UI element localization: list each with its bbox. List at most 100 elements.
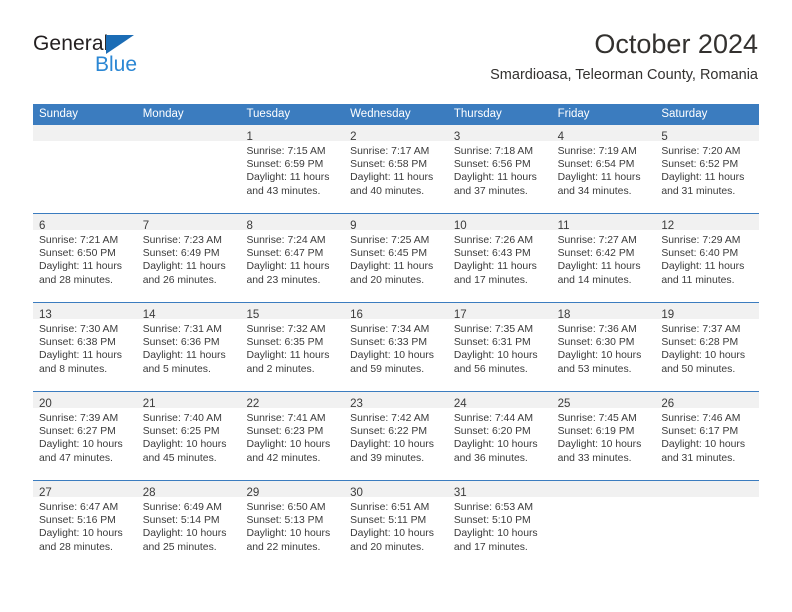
sunrise-text: Sunrise: 7:27 AM xyxy=(557,235,637,246)
sunrise-text: Sunrise: 7:35 AM xyxy=(453,324,534,335)
calendar-day-cell[interactable]: 9 Sunrise: 7:25 AM Sunset: 6:45 PM Daylight… xyxy=(344,214,448,302)
calendar-day-cell[interactable]: 3 Sunrise: 7:18 AM Sunset: 6:56 PM Daylight… xyxy=(447,125,552,213)
day-details: Sunrise: 6:53 AM Sunset: 5:10 PM Daylight:… xyxy=(448,497,552,554)
daylight-text: Daylight: 10 hours xyxy=(350,350,434,362)
day-number-band xyxy=(33,125,137,141)
day-details: Sunrise: 7:41 AM Sunset: 6:23 PM Daylight:… xyxy=(240,408,344,465)
sunset-text: Sunset: 6:56 PM xyxy=(453,159,531,171)
calendar-day-cell[interactable]: 23 Sunrise: 7:42 AM Sunset: 6:22 PM Dayligh… xyxy=(344,392,448,480)
sunset-text: Sunset: 6:43 PM xyxy=(453,248,531,260)
calendar-day-cell[interactable]: 10 Sunrise: 7:26 AM Sunset: 6:43 PM Dayligh… xyxy=(447,214,552,302)
day-number: 18 xyxy=(557,309,571,321)
calendar-day-cell[interactable]: 16 Sunrise: 7:34 AM Sunset: 6:33 PM Dayligh… xyxy=(344,303,448,391)
day-number-band: 13 xyxy=(33,303,137,321)
calendar-day-cell[interactable]: 11 Sunrise: 7:27 AM Sunset: 6:42 PM Dayligh… xyxy=(551,214,656,302)
calendar-day-cell[interactable]: 20 Sunrise: 7:39 AM Sunset: 6:27 PM Dayligh… xyxy=(33,392,137,480)
calendar-day-cell[interactable]: 8 Sunrise: 7:24 AM Sunset: 6:47 PM Daylight… xyxy=(240,214,345,302)
calendar-day-cell[interactable]: 2 Sunrise: 7:17 AM Sunset: 6:58 PM Daylight… xyxy=(344,125,448,213)
day-number-band: 1 xyxy=(240,125,345,143)
calendar-day-cell[interactable]: 17 Sunrise: 7:35 AM Sunset: 6:31 PM Dayligh… xyxy=(447,303,552,391)
daylight-text: Daylight: 10 hours xyxy=(661,439,746,451)
calendar-day-cell[interactable]: 4 Sunrise: 7:19 AM Sunset: 6:54 PM Daylight… xyxy=(551,125,656,213)
day-number-band: 9 xyxy=(344,214,448,232)
sunset-text: Sunset: 6:54 PM xyxy=(557,159,635,171)
day-number-band: 2 xyxy=(344,125,448,143)
week-cells: 6 Sunrise: 7:21 AM Sunset: 6:50 PM Daylight… xyxy=(33,214,760,302)
calendar-day-cell[interactable]: 12 Sunrise: 7:29 AM Sunset: 6:40 PM Dayligh… xyxy=(655,214,760,302)
sunrise-text: Sunrise: 7:37 AM xyxy=(661,324,741,335)
day-number-band: 5 xyxy=(655,125,760,143)
day-details: Sunrise: 6:50 AM Sunset: 5:13 PM Daylight:… xyxy=(240,497,344,554)
daylight-text: and 8 minutes. xyxy=(39,363,108,375)
day-details: Sunrise: 7:46 AM Sunset: 6:17 PM Daylight:… xyxy=(655,408,759,465)
sunset-text: Sunset: 6:17 PM xyxy=(661,426,739,438)
calendar-day-cell[interactable]: 22 Sunrise: 7:41 AM Sunset: 6:23 PM Dayligh… xyxy=(240,392,345,480)
daylight-text: Daylight: 10 hours xyxy=(453,528,538,540)
calendar-day-cell[interactable]: 18 Sunrise: 7:36 AM Sunset: 6:30 PM Dayligh… xyxy=(551,303,656,391)
calendar-day-cell[interactable]: 21 Sunrise: 7:40 AM Sunset: 6:25 PM Dayligh… xyxy=(136,392,241,480)
calendar-day-cell[interactable]: 31 Sunrise: 6:53 AM Sunset: 5:10 PM Dayligh… xyxy=(447,481,552,569)
calendar-day-cell[interactable]: 5 Sunrise: 7:20 AM Sunset: 6:52 PM Daylight… xyxy=(655,125,760,213)
daylight-text: and 33 minutes. xyxy=(557,452,632,464)
sunrise-text: Sunrise: 7:21 AM xyxy=(39,235,119,246)
calendar-day-cell[interactable]: 28 Sunrise: 6:49 AM Sunset: 5:14 PM Dayligh… xyxy=(136,481,241,569)
day-number: 5 xyxy=(661,131,668,143)
sunrise-text: Sunrise: 7:23 AM xyxy=(142,235,222,246)
calendar-day-cell[interactable]: 6 Sunrise: 7:21 AM Sunset: 6:50 PM Daylight… xyxy=(33,214,137,302)
sunrise-text: Sunrise: 7:17 AM xyxy=(350,146,430,157)
day-number: 15 xyxy=(246,309,260,321)
day-details: Sunrise: 7:24 AM Sunset: 6:47 PM Daylight:… xyxy=(240,230,344,287)
sunrise-text: Sunrise: 6:50 AM xyxy=(246,502,326,513)
weekday-header-row: Sunday Monday Tuesday Wednesday Thursday Frid… xyxy=(33,104,759,125)
daylight-text: Daylight: 10 hours xyxy=(350,528,434,540)
weekday-header-saturday: Saturday xyxy=(661,108,708,120)
day-details: Sunrise: 7:23 AM Sunset: 6:49 PM Daylight:… xyxy=(137,230,241,287)
calendar-day-cell[interactable]: 7 Sunrise: 7:23 AM Sunset: 6:49 PM Daylight… xyxy=(136,214,241,302)
sunset-text: Sunset: 6:49 PM xyxy=(142,248,220,260)
day-number: 10 xyxy=(453,220,467,232)
day-details: Sunrise: 7:45 AM Sunset: 6:19 PM Daylight:… xyxy=(552,408,656,465)
daylight-text: Daylight: 10 hours xyxy=(453,439,538,451)
sunrise-text: Sunrise: 7:39 AM xyxy=(39,413,119,424)
calendar-day-cell[interactable]: 14 Sunrise: 7:31 AM Sunset: 6:36 PM Dayligh… xyxy=(136,303,241,391)
sunset-text: Sunset: 6:59 PM xyxy=(246,159,324,171)
day-number-band: 14 xyxy=(136,303,241,321)
day-details xyxy=(137,141,241,145)
daylight-text: and 40 minutes. xyxy=(350,185,425,197)
week-cells: 1 Sunrise: 7:15 AM Sunset: 6:59 PM Daylight… xyxy=(33,125,760,213)
calendar-day-cell[interactable]: 29 Sunrise: 6:50 AM Sunset: 5:13 PM Dayligh… xyxy=(240,481,345,569)
day-details: Sunrise: 7:35 AM Sunset: 6:31 PM Daylight:… xyxy=(448,319,552,376)
daylight-text: and 2 minutes. xyxy=(246,363,315,375)
calendar-day-cell[interactable]: 13 Sunrise: 7:30 AM Sunset: 6:38 PM Dayligh… xyxy=(33,303,137,391)
day-details: Sunrise: 7:42 AM Sunset: 6:22 PM Daylight:… xyxy=(344,408,448,465)
calendar-day-cell[interactable]: 25 Sunrise: 7:45 AM Sunset: 6:19 PM Dayligh… xyxy=(551,392,656,480)
calendar-day-cell[interactable]: 27 Sunrise: 6:47 AM Sunset: 5:16 PM Dayligh… xyxy=(33,481,137,569)
sunrise-text: Sunrise: 7:42 AM xyxy=(350,413,430,424)
calendar-day-cell[interactable]: 15 Sunrise: 7:32 AM Sunset: 6:35 PM Dayligh… xyxy=(240,303,345,391)
calendar-day-cell[interactable]: 26 Sunrise: 7:46 AM Sunset: 6:17 PM Dayligh… xyxy=(655,392,760,480)
calendar-day-cell[interactable]: 30 Sunrise: 6:51 AM Sunset: 5:11 PM Dayligh… xyxy=(344,481,448,569)
daylight-text: and 11 minutes. xyxy=(661,274,735,286)
daylight-text: and 31 minutes. xyxy=(661,452,736,464)
sunrise-text: Sunrise: 7:18 AM xyxy=(453,146,534,157)
sunrise-text: Sunrise: 7:36 AM xyxy=(557,324,637,335)
sunset-text: Sunset: 6:33 PM xyxy=(350,337,427,349)
calendar-day-cell[interactable]: 1 Sunrise: 7:15 AM Sunset: 6:59 PM Daylight… xyxy=(240,125,345,213)
day-details: Sunrise: 7:27 AM Sunset: 6:42 PM Daylight:… xyxy=(552,230,656,287)
day-number-band: 25 xyxy=(551,392,656,410)
day-number: 25 xyxy=(557,398,571,410)
day-number: 4 xyxy=(557,131,564,143)
day-number: 20 xyxy=(39,398,52,410)
calendar-day-cell[interactable]: 19 Sunrise: 7:37 AM Sunset: 6:28 PM Dayligh… xyxy=(655,303,760,391)
daylight-text: Daylight: 11 hours xyxy=(142,350,226,362)
daylight-text: Daylight: 10 hours xyxy=(661,350,746,362)
calendar-day-cell[interactable]: 24 Sunrise: 7:44 AM Sunset: 6:20 PM Dayligh… xyxy=(447,392,552,480)
sunrise-text: Sunrise: 7:30 AM xyxy=(39,324,119,335)
day-number: 31 xyxy=(453,487,467,499)
sunrise-text: Sunrise: 7:20 AM xyxy=(661,146,741,157)
sunset-text: Sunset: 6:20 PM xyxy=(453,426,531,438)
daylight-text: Daylight: 10 hours xyxy=(557,439,642,451)
daylight-text: and 17 minutes. xyxy=(453,541,528,553)
day-number: 9 xyxy=(350,220,357,232)
day-number: 1 xyxy=(246,131,253,143)
